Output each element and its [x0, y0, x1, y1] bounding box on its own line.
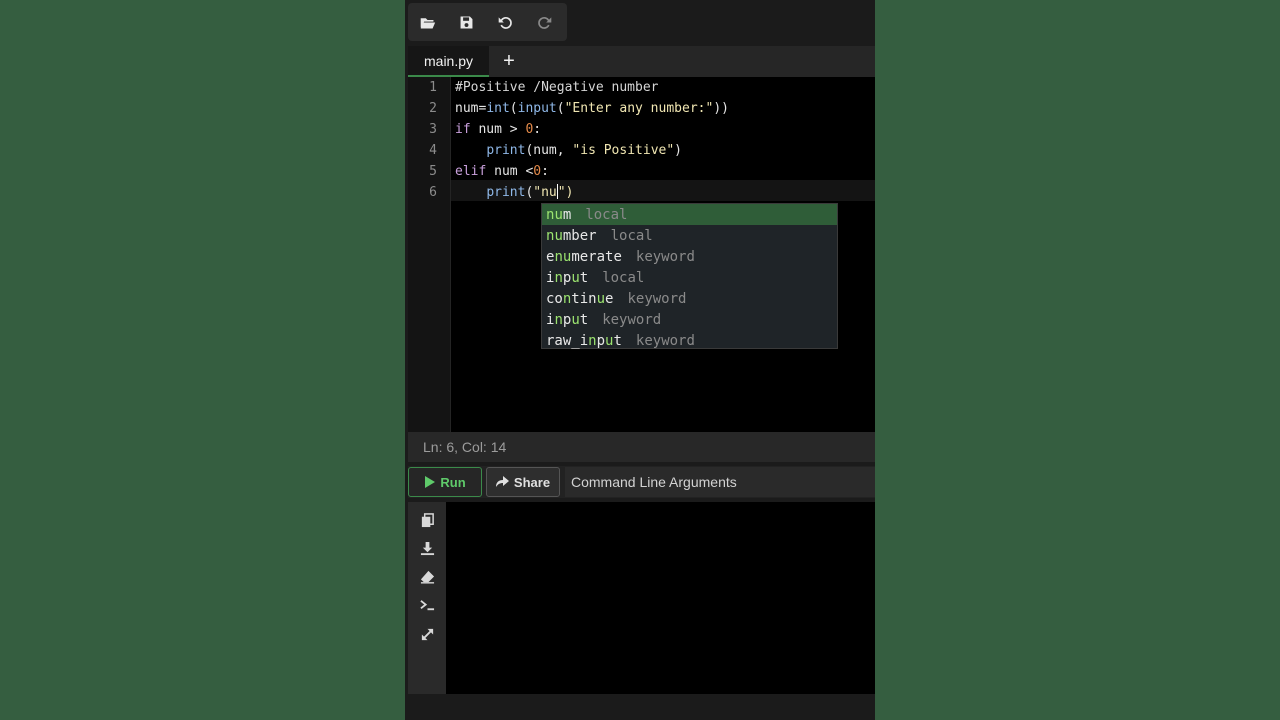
- share-icon: [495, 476, 509, 487]
- autocomplete-kind: keyword: [602, 311, 662, 328]
- autocomplete-item[interactable]: input local: [542, 267, 837, 288]
- code-line[interactable]: print("nu"): [455, 182, 573, 203]
- line-number: 3: [429, 122, 437, 137]
- autocomplete-item[interactable]: raw_input keyword: [542, 330, 837, 351]
- line-number: 5: [429, 164, 437, 179]
- expand-button[interactable]: [418, 625, 436, 643]
- autocomplete-word: number: [546, 227, 597, 244]
- download-button[interactable]: [418, 539, 436, 557]
- command-line-arguments-label: Command Line Arguments: [571, 474, 737, 490]
- ide-app: main.py + 1 2 3 4 5 6 #Positive /Negativ…: [405, 0, 875, 720]
- redo-icon: [538, 16, 552, 29]
- terminal-button[interactable]: [418, 596, 436, 614]
- autocomplete-kind: keyword: [635, 248, 695, 265]
- save-icon: [460, 16, 473, 28]
- autocomplete-kind: keyword: [635, 332, 695, 349]
- copy-icon: [421, 512, 434, 527]
- save-button[interactable]: [447, 3, 486, 41]
- autocomplete-word: enumerate: [546, 248, 622, 265]
- autocomplete-word: num: [546, 206, 572, 223]
- eraser-icon: [420, 570, 434, 584]
- add-file-button[interactable]: +: [495, 46, 523, 77]
- line-number: 2: [429, 101, 437, 116]
- autocomplete-popup: num local number local enumerate keyword input…: [541, 203, 838, 349]
- status-bar: Ln: 6, Col: 14: [408, 432, 875, 462]
- redo-button[interactable]: [525, 3, 564, 41]
- undo-button[interactable]: [486, 3, 525, 41]
- autocomplete-word: continue: [546, 290, 614, 307]
- plus-icon: +: [503, 50, 515, 72]
- autocomplete-item[interactable]: number local: [542, 225, 837, 246]
- code-line[interactable]: if num > 0:: [455, 119, 541, 140]
- code-line[interactable]: elif num <0:: [455, 161, 549, 182]
- download-icon: [420, 541, 434, 555]
- share-button[interactable]: Share: [486, 467, 560, 497]
- autocomplete-item[interactable]: input keyword: [542, 309, 837, 330]
- terminal-icon: [419, 599, 434, 610]
- expand-icon: [421, 628, 433, 640]
- autocomplete-kind: local: [602, 269, 645, 286]
- autocomplete-kind: local: [585, 206, 628, 223]
- folder-open-icon: [420, 17, 436, 28]
- run-button[interactable]: Run: [408, 467, 482, 497]
- code-line[interactable]: num=int(input("Enter any number:")): [455, 98, 729, 119]
- line-number: 6: [429, 185, 437, 200]
- open-folder-button[interactable]: [408, 3, 447, 41]
- tab-bar: main.py +: [408, 46, 875, 77]
- clear-console-button[interactable]: [418, 567, 436, 585]
- autocomplete-item[interactable]: num local: [542, 204, 837, 225]
- cursor-position: Ln: 6, Col: 14: [423, 439, 507, 455]
- play-icon: [425, 476, 436, 488]
- run-label: Run: [440, 474, 466, 490]
- code-line[interactable]: print(num, "is Positive"): [455, 140, 682, 161]
- autocomplete-item[interactable]: continue keyword: [542, 288, 837, 309]
- line-number-gutter: 1 2 3 4 5 6: [408, 77, 451, 432]
- console-output[interactable]: [446, 502, 875, 694]
- autocomplete-word: input: [546, 311, 589, 328]
- tab-label: main.py: [424, 52, 474, 69]
- line-number: 1: [429, 80, 437, 95]
- undo-icon: [498, 16, 512, 29]
- run-bar: Run Share Command Line Arguments: [408, 466, 875, 498]
- autocomplete-word: input: [546, 269, 589, 286]
- toolbar: [408, 3, 567, 41]
- code-line[interactable]: #Positive /Negative number: [455, 77, 659, 98]
- autocomplete-kind: local: [610, 227, 653, 244]
- autocomplete-kind: keyword: [627, 290, 687, 307]
- share-label: Share: [513, 474, 551, 490]
- command-line-arguments-field[interactable]: Command Line Arguments: [565, 467, 875, 497]
- autocomplete-item[interactable]: enumerate keyword: [542, 246, 837, 267]
- autocomplete-word: raw_input: [546, 332, 622, 349]
- copy-button[interactable]: [418, 511, 436, 529]
- line-number: 4: [429, 143, 437, 158]
- console-sidebar: [408, 502, 446, 694]
- tab-main-py[interactable]: main.py: [408, 46, 490, 77]
